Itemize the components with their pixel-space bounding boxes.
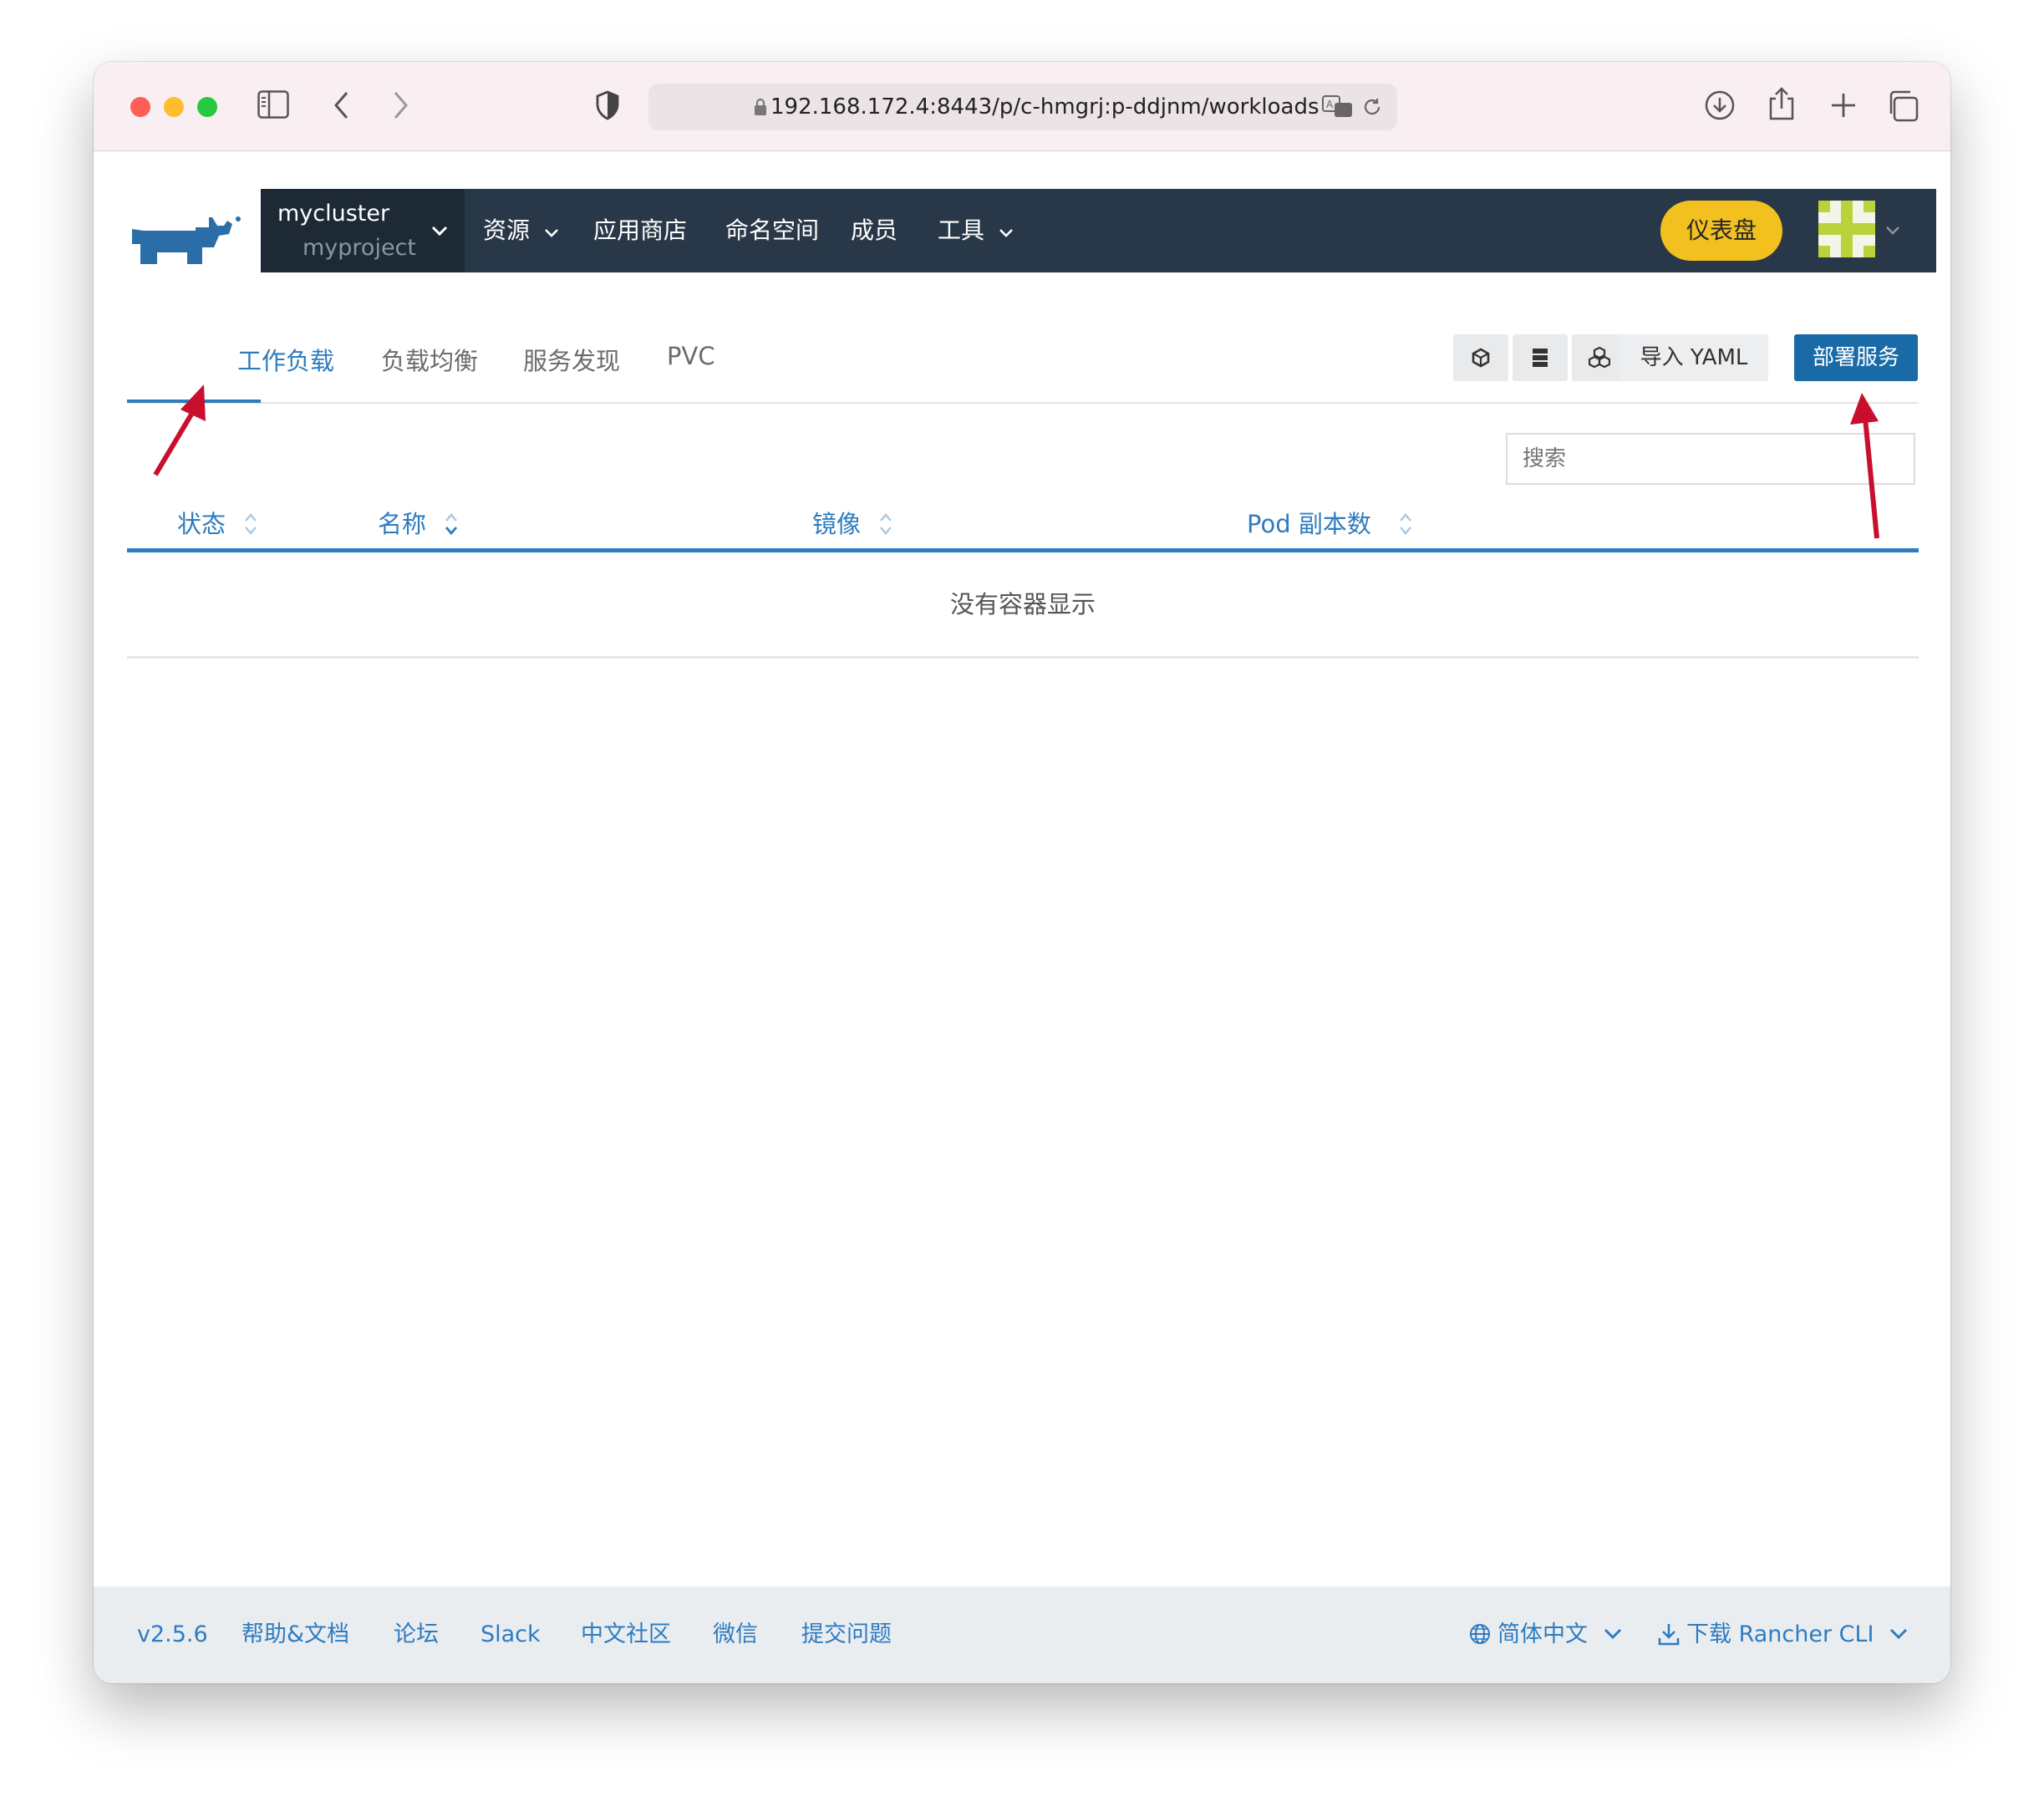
footer-link-slack[interactable]: Slack bbox=[480, 1586, 541, 1683]
downloads-icon[interactable] bbox=[1705, 90, 1735, 120]
user-menu-chevron-icon[interactable] bbox=[1885, 226, 1900, 236]
column-header-image[interactable]: 镜像 bbox=[812, 505, 861, 540]
tab-workloads[interactable]: 工作负载 bbox=[237, 342, 334, 377]
nav-tools[interactable]: 工具 bbox=[938, 189, 1014, 272]
sort-desc-icon[interactable] bbox=[445, 512, 458, 537]
close-window-button[interactable] bbox=[130, 97, 150, 117]
chevron-down-icon bbox=[545, 229, 558, 237]
footer-link-help-docs[interactable]: 帮助&文档 bbox=[242, 1586, 349, 1683]
footer-link-wechat[interactable]: 微信 bbox=[713, 1586, 758, 1683]
active-tab-indicator bbox=[127, 400, 261, 403]
dashboard-button[interactable]: 仪表盘 bbox=[1660, 201, 1782, 261]
version-link[interactable]: v2.5.6 bbox=[137, 1586, 208, 1683]
cluster-name: mycluster bbox=[277, 201, 390, 227]
tab-pvc[interactable]: PVC bbox=[667, 342, 715, 370]
column-header-state[interactable]: 状态 bbox=[177, 505, 226, 540]
download-cli-link[interactable]: 下载 Rancher CLI bbox=[1658, 1586, 1908, 1683]
back-icon[interactable] bbox=[333, 90, 351, 120]
sidebar-toggle-icon[interactable] bbox=[257, 90, 289, 119]
deploy-service-button[interactable]: 部署服务 bbox=[1794, 334, 1918, 381]
rancher-logo-icon[interactable] bbox=[129, 211, 242, 271]
nav-app-store[interactable]: 应用商店 bbox=[593, 189, 687, 272]
empty-table-message: 没有容器显示 bbox=[949, 590, 1096, 618]
column-header-name-label: 名称 bbox=[378, 510, 427, 538]
lock-icon bbox=[755, 98, 766, 115]
server-stack-icon bbox=[1533, 349, 1548, 367]
footer-link-report-issue[interactable]: 提交问题 bbox=[801, 1586, 892, 1683]
column-header-state-label: 状态 bbox=[177, 510, 226, 538]
table-header-divider bbox=[127, 548, 1919, 552]
column-header-image-label: 镜像 bbox=[812, 510, 862, 538]
svg-text:A: A bbox=[1326, 99, 1334, 110]
page-footer: v2.5.6 帮助&文档 论坛 Slack 中文社区 微信 提交问题 简体中文 … bbox=[94, 1586, 1950, 1683]
column-header-pod-replicas-label: Pod 副本数 bbox=[1247, 510, 1371, 538]
cubes-icon bbox=[1589, 346, 1610, 369]
chevron-down-icon bbox=[1604, 1628, 1621, 1640]
tab-load-balancing[interactable]: 负载均衡 bbox=[381, 342, 478, 377]
sort-icon[interactable] bbox=[244, 512, 257, 537]
footer-link-chinese-community[interactable]: 中文社区 bbox=[581, 1586, 671, 1683]
nav-namespaces[interactable]: 命名空间 bbox=[725, 189, 819, 272]
nav-members[interactable]: 成员 bbox=[851, 189, 897, 272]
nav-resources-label: 资源 bbox=[483, 216, 531, 244]
privacy-shield-icon[interactable] bbox=[595, 90, 620, 120]
share-icon[interactable] bbox=[1768, 87, 1795, 120]
top-navbar-content: mycluster myproject 资源 应用商店 命名空间 成员 工具 仪… bbox=[261, 189, 1936, 272]
new-tab-icon[interactable] bbox=[1830, 92, 1857, 119]
nav-tools-label: 工具 bbox=[938, 216, 985, 244]
search-input[interactable] bbox=[1506, 433, 1915, 485]
column-header-pod-replicas[interactable]: Pod 副本数 bbox=[1247, 505, 1371, 540]
language-label: 简体中文 bbox=[1497, 1621, 1588, 1647]
footer-link-forum[interactable]: 论坛 bbox=[394, 1586, 439, 1683]
tab-service-discovery[interactable]: 服务发现 bbox=[523, 342, 620, 377]
tab-overview-icon[interactable] bbox=[1887, 90, 1919, 122]
view-list-button[interactable] bbox=[1513, 334, 1568, 381]
user-avatar[interactable] bbox=[1818, 201, 1875, 257]
language-selector[interactable]: 简体中文 bbox=[1469, 1586, 1622, 1683]
chevron-down-icon bbox=[999, 229, 1013, 237]
globe-icon bbox=[1470, 1624, 1490, 1644]
sort-icon[interactable] bbox=[1399, 512, 1412, 537]
zoom-window-button[interactable] bbox=[197, 97, 217, 117]
download-cli-label: 下载 Rancher CLI bbox=[1686, 1621, 1874, 1647]
browser-window: 192.168.172.4:8443/p/c-hmgrj:p-ddjnm/wor… bbox=[94, 62, 1950, 1683]
nav-resources[interactable]: 资源 bbox=[483, 189, 559, 272]
import-yaml-button[interactable]: 导入 YAML bbox=[1619, 334, 1768, 381]
chevron-down-icon bbox=[1890, 1628, 1908, 1640]
view-node-button[interactable] bbox=[1453, 334, 1508, 381]
translate-icon[interactable]: A bbox=[1322, 95, 1354, 119]
url-text: 192.168.172.4:8443/p/c-hmgrj:p-ddjnm/wor… bbox=[770, 94, 1319, 120]
minimize-window-button[interactable] bbox=[164, 97, 184, 117]
table-bottom-divider bbox=[127, 656, 1919, 659]
column-header-name[interactable]: 名称 bbox=[378, 505, 426, 540]
browser-toolbar: 192.168.172.4:8443/p/c-hmgrj:p-ddjnm/wor… bbox=[94, 62, 1950, 151]
reload-icon[interactable] bbox=[1362, 97, 1382, 117]
sort-icon[interactable] bbox=[879, 512, 892, 537]
cube-icon bbox=[1472, 348, 1490, 368]
download-icon bbox=[1658, 1624, 1680, 1646]
tabs-divider bbox=[127, 402, 1919, 404]
chevron-down-icon bbox=[431, 226, 448, 237]
forward-icon[interactable] bbox=[391, 90, 409, 120]
address-bar[interactable]: 192.168.172.4:8443/p/c-hmgrj:p-ddjnm/wor… bbox=[648, 84, 1397, 130]
project-name: myproject bbox=[303, 235, 416, 261]
cluster-project-switcher[interactable]: mycluster myproject bbox=[261, 189, 465, 272]
